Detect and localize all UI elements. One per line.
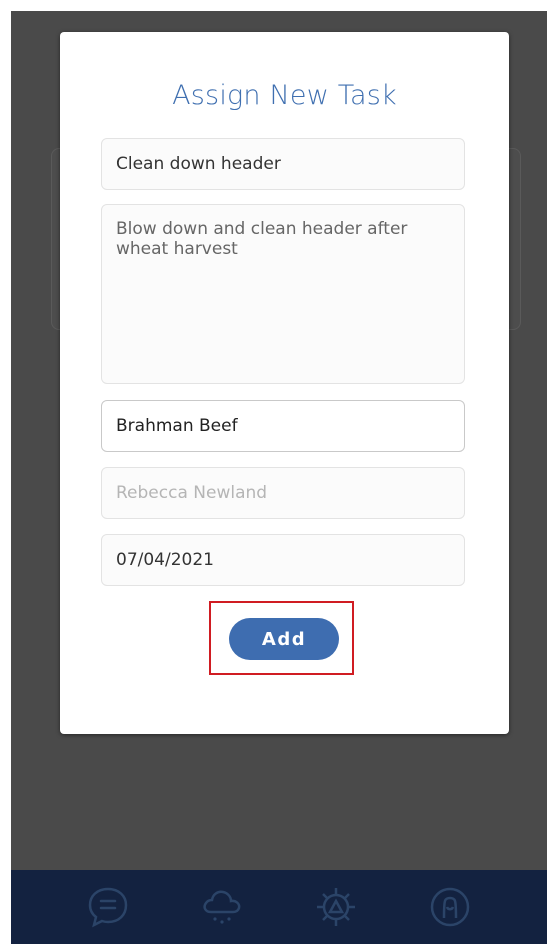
task-title-value: Clean down header [116, 154, 281, 174]
farm-value: Brahman Beef [116, 416, 238, 436]
assignee-field[interactable]: Rebecca Newland [101, 467, 465, 519]
due-date-value: 07/04/2021 [116, 550, 214, 570]
due-date-field[interactable]: 07/04/2021 [101, 534, 465, 586]
tab-machinery[interactable] [310, 881, 362, 933]
tab-messages[interactable] [82, 881, 134, 933]
assign-task-modal: Assign New Task Clean down header Blow d… [60, 32, 509, 734]
add-button[interactable]: Add [229, 618, 339, 660]
task-description-field[interactable]: Blow down and clean header after wheat h… [101, 204, 465, 384]
task-title-field[interactable]: Clean down header [101, 138, 465, 190]
rain-cloud-icon [203, 890, 241, 924]
assignee-placeholder: Rebecca Newland [116, 483, 268, 503]
app-screen: Assign New Task Clean down header Blow d… [11, 11, 547, 944]
chat-bubble-icon [88, 887, 128, 928]
gear-warning-icon [317, 888, 355, 926]
tab-profile[interactable] [424, 881, 476, 933]
task-description-value: Blow down and clean header after wheat h… [116, 219, 408, 259]
farm-field[interactable]: Brahman Beef [101, 400, 465, 452]
tab-weather[interactable] [196, 881, 248, 933]
add-button-highlight: Add [209, 601, 354, 675]
bottom-tab-bar [11, 870, 547, 944]
user-profile-icon [430, 887, 470, 927]
modal-title: Assign New Task [172, 80, 397, 111]
